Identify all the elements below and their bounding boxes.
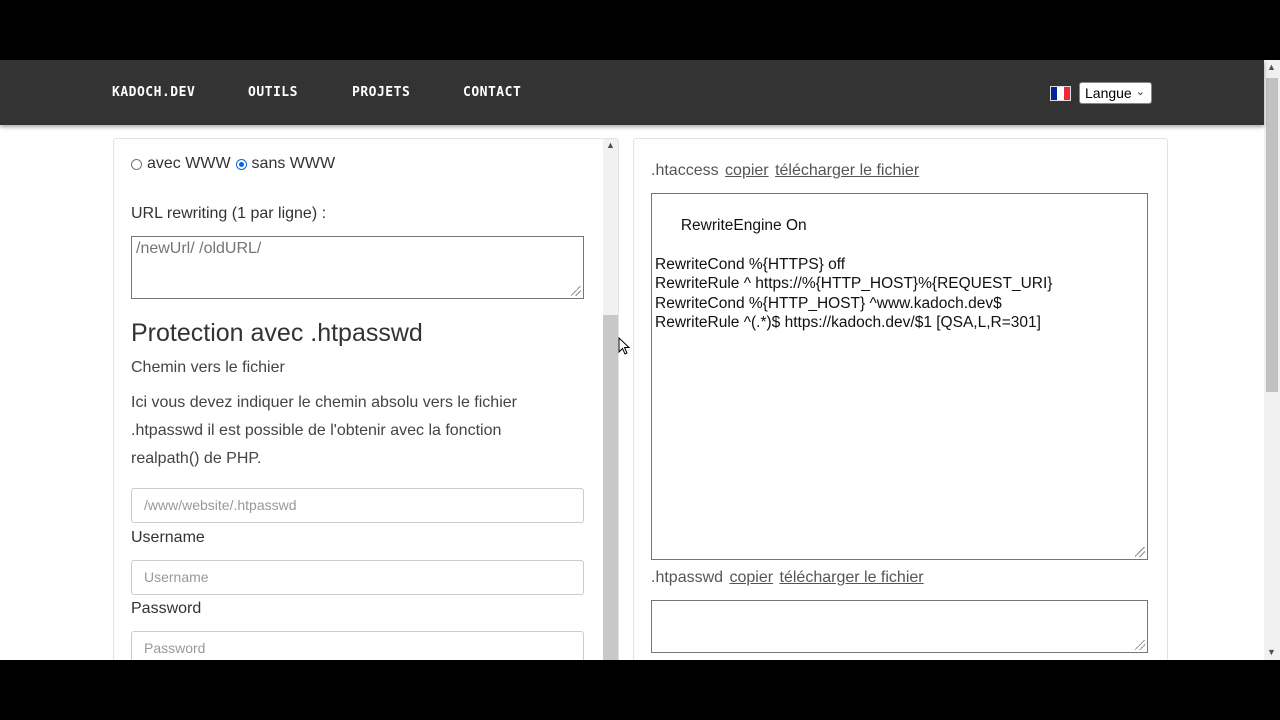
htaccess-copy-link[interactable]: copier	[725, 162, 769, 179]
path-help-text: Ici vous devez indiquer le chemin absolu…	[131, 394, 517, 467]
scroll-up-icon[interactable]: ▲	[1267, 62, 1276, 72]
french-flag-icon	[1050, 86, 1071, 101]
url-rewriting-textarea[interactable]: /newUrl/ /oldURL/	[131, 236, 584, 299]
username-input[interactable]: Username	[131, 560, 584, 595]
scroll-up-icon[interactable]: ▲	[606, 140, 615, 150]
scroll-down-icon[interactable]: ▼	[1267, 647, 1276, 657]
htpasswd-textarea[interactable]	[651, 600, 1148, 653]
path-label: Chemin vers le fichier	[131, 359, 285, 376]
output-panel: .htaccess copier télécharger le fichier …	[633, 138, 1168, 660]
panel-scrollbar[interactable]: ▲	[603, 139, 618, 660]
nav-link-contact[interactable]: CONTACT	[463, 85, 521, 100]
htpasswd-label: .htpasswd	[651, 569, 724, 586]
htaccess-content: RewriteEngine On RewriteCond %{HTTPS} of…	[655, 216, 1053, 332]
panel-scrollbar-thumb[interactable]	[603, 315, 618, 660]
username-label: Username	[131, 529, 205, 546]
resize-handle-icon[interactable]	[571, 286, 581, 296]
password-label: Password	[131, 600, 202, 617]
nav-link-outils[interactable]: OUTILS	[248, 85, 298, 100]
resize-handle-icon[interactable]	[1135, 640, 1145, 650]
radio-without-www-label[interactable]: sans WWW	[252, 155, 336, 173]
resize-handle-icon[interactable]	[1135, 547, 1145, 557]
page-scrollbar-thumb[interactable]	[1266, 78, 1278, 392]
navbar: KADOCH.DEV OUTILS PROJETS CONTACT Langue…	[0, 60, 1264, 125]
radio-with-www-label[interactable]: avec WWW	[147, 155, 231, 173]
password-placeholder: Password	[144, 640, 206, 656]
htpasswd-path-placeholder: /www/website/.htpasswd	[144, 497, 297, 513]
browser-viewport: KADOCH.DEV OUTILS PROJETS CONTACT Langue…	[0, 60, 1280, 660]
protection-title: Protection avec .htpasswd	[131, 319, 423, 347]
password-input[interactable]: Password	[131, 631, 584, 660]
radio-without-www[interactable]	[235, 158, 247, 170]
language-select-value: Langue	[1085, 85, 1132, 101]
htaccess-textarea[interactable]: RewriteEngine On RewriteCond %{HTTPS} of…	[651, 193, 1148, 560]
nav-link-projets[interactable]: PROJETS	[352, 85, 410, 100]
nav-link-home[interactable]: KADOCH.DEV	[112, 85, 195, 100]
language-select[interactable]: Langue ⌄	[1079, 82, 1152, 104]
page-scrollbar[interactable]: ▲ ▼	[1264, 60, 1280, 660]
htpasswd-path-input[interactable]: /www/website/.htpasswd	[131, 488, 584, 523]
chevron-down-icon: ⌄	[1135, 86, 1145, 98]
htpasswd-header: .htpasswd copier télécharger le fichier	[651, 569, 924, 587]
htaccess-header: .htaccess copier télécharger le fichier	[651, 162, 919, 180]
htpasswd-copy-link[interactable]: copier	[730, 569, 774, 586]
config-panel: avec WWW sans WWW URL rewriting (1 par l…	[113, 138, 619, 660]
htaccess-label: .htaccess	[651, 162, 719, 179]
url-rewriting-placeholder: /newUrl/ /oldURL/	[136, 240, 262, 257]
htpasswd-download-link[interactable]: télécharger le fichier	[780, 569, 924, 586]
url-rewriting-label: URL rewriting (1 par ligne) :	[131, 205, 327, 222]
radio-with-www[interactable]	[131, 158, 142, 170]
username-placeholder: Username	[144, 569, 209, 585]
www-radio-group: avec WWW sans WWW	[131, 155, 335, 173]
htaccess-download-link[interactable]: télécharger le fichier	[775, 162, 919, 179]
mouse-cursor-icon	[618, 337, 630, 355]
